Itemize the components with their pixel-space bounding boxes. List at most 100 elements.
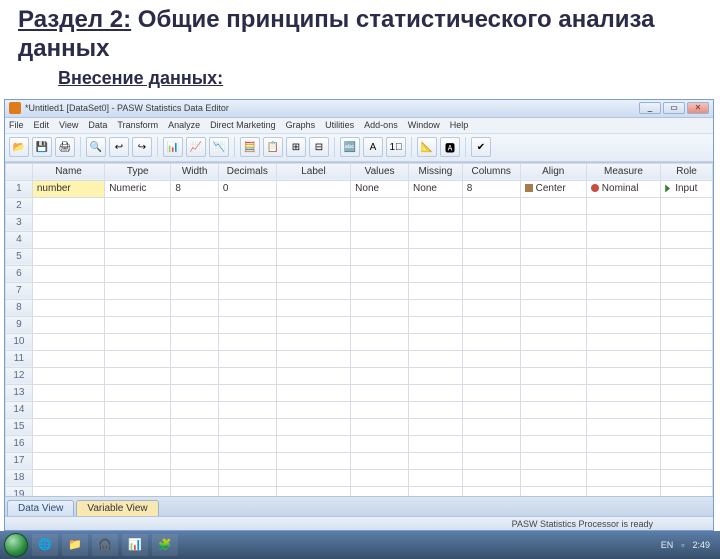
empty-cell[interactable] [520, 418, 586, 435]
font-icon[interactable]: A [363, 137, 383, 157]
empty-cell[interactable] [276, 316, 350, 333]
save-icon[interactable]: 💾 [32, 137, 52, 157]
menu-help[interactable]: Help [450, 120, 469, 130]
empty-cell[interactable] [409, 418, 463, 435]
empty-cell[interactable] [462, 299, 520, 316]
table-row[interactable]: 7 [6, 282, 713, 299]
empty-cell[interactable] [105, 452, 171, 469]
empty-cell[interactable] [661, 435, 713, 452]
empty-cell[interactable] [218, 384, 276, 401]
empty-cell[interactable] [171, 435, 219, 452]
empty-cell[interactable] [462, 248, 520, 265]
table-row[interactable]: 18 [6, 469, 713, 486]
table-row[interactable]: 13 [6, 384, 713, 401]
empty-cell[interactable] [462, 452, 520, 469]
remove-icon[interactable]: ⊟ [309, 137, 329, 157]
empty-cell[interactable] [462, 418, 520, 435]
empty-cell[interactable] [409, 435, 463, 452]
empty-cell[interactable] [351, 367, 409, 384]
empty-cell[interactable] [520, 299, 586, 316]
empty-cell[interactable] [218, 299, 276, 316]
empty-cell[interactable] [520, 214, 586, 231]
empty-cell[interactable] [32, 214, 104, 231]
empty-cell[interactable] [171, 384, 219, 401]
table-row[interactable]: 2 [6, 197, 713, 214]
empty-cell[interactable] [586, 231, 660, 248]
taskbar-lang[interactable]: EN [661, 540, 674, 550]
empty-cell[interactable] [105, 316, 171, 333]
empty-cell[interactable] [351, 316, 409, 333]
row-number[interactable]: 5 [6, 248, 33, 265]
col-align[interactable]: Align [520, 163, 586, 180]
empty-cell[interactable] [105, 333, 171, 350]
menu-addons[interactable]: Add-ons [364, 120, 398, 130]
empty-cell[interactable] [661, 282, 713, 299]
empty-cell[interactable] [586, 333, 660, 350]
empty-cell[interactable] [351, 350, 409, 367]
empty-cell[interactable] [661, 469, 713, 486]
empty-cell[interactable] [105, 282, 171, 299]
col-name[interactable]: Name [32, 163, 104, 180]
row-number[interactable]: 13 [6, 384, 33, 401]
maximize-button[interactable]: ▭ [663, 102, 685, 114]
empty-cell[interactable] [276, 231, 350, 248]
col-label[interactable]: Label [276, 163, 350, 180]
empty-cell[interactable] [661, 486, 713, 496]
empty-cell[interactable] [276, 367, 350, 384]
empty-cell[interactable] [276, 452, 350, 469]
empty-cell[interactable] [409, 231, 463, 248]
empty-cell[interactable] [105, 248, 171, 265]
table-row[interactable]: 9 [6, 316, 713, 333]
empty-cell[interactable] [105, 435, 171, 452]
empty-cell[interactable] [520, 486, 586, 496]
empty-cell[interactable] [218, 214, 276, 231]
caps-icon[interactable]: 🅰 [440, 137, 460, 157]
empty-cell[interactable] [586, 486, 660, 496]
empty-cell[interactable] [586, 367, 660, 384]
empty-cell[interactable] [586, 384, 660, 401]
cell-missing[interactable]: None [409, 180, 463, 197]
table-row[interactable]: 12 [6, 367, 713, 384]
chart2-icon[interactable]: 📈 [186, 137, 206, 157]
table-row[interactable]: 14 [6, 401, 713, 418]
empty-cell[interactable] [520, 231, 586, 248]
empty-cell[interactable] [462, 265, 520, 282]
empty-cell[interactable] [586, 265, 660, 282]
empty-cell[interactable] [661, 452, 713, 469]
empty-cell[interactable] [586, 418, 660, 435]
empty-cell[interactable] [171, 248, 219, 265]
taskbar-media-icon[interactable]: 🎧 [92, 534, 118, 556]
empty-cell[interactable] [520, 282, 586, 299]
empty-cell[interactable] [32, 197, 104, 214]
row-number[interactable]: 1 [6, 180, 33, 197]
empty-cell[interactable] [409, 486, 463, 496]
compute-icon[interactable]: 🧮 [240, 137, 260, 157]
table-row[interactable]: 4 [6, 231, 713, 248]
taskbar-explorer-icon[interactable]: 📁 [62, 534, 88, 556]
empty-cell[interactable] [462, 214, 520, 231]
empty-cell[interactable] [276, 418, 350, 435]
empty-cell[interactable] [105, 265, 171, 282]
empty-cell[interactable] [462, 469, 520, 486]
empty-cell[interactable] [276, 299, 350, 316]
empty-cell[interactable] [462, 486, 520, 496]
empty-cell[interactable] [32, 333, 104, 350]
empty-cell[interactable] [586, 469, 660, 486]
empty-cell[interactable] [462, 333, 520, 350]
empty-cell[interactable] [520, 452, 586, 469]
chart3-icon[interactable]: 📉 [209, 137, 229, 157]
table-row[interactable]: 19 [6, 486, 713, 496]
table-icon[interactable]: 📋 [263, 137, 283, 157]
empty-cell[interactable] [171, 401, 219, 418]
taskbar-app-icon[interactable]: 📊 [122, 534, 148, 556]
empty-cell[interactable] [276, 401, 350, 418]
empty-cell[interactable] [105, 231, 171, 248]
empty-cell[interactable] [218, 435, 276, 452]
empty-cell[interactable] [351, 469, 409, 486]
empty-cell[interactable] [520, 316, 586, 333]
empty-cell[interactable] [32, 231, 104, 248]
empty-cell[interactable] [32, 384, 104, 401]
empty-cell[interactable] [276, 435, 350, 452]
empty-cell[interactable] [661, 231, 713, 248]
spellcheck-icon[interactable]: ✔ [471, 137, 491, 157]
